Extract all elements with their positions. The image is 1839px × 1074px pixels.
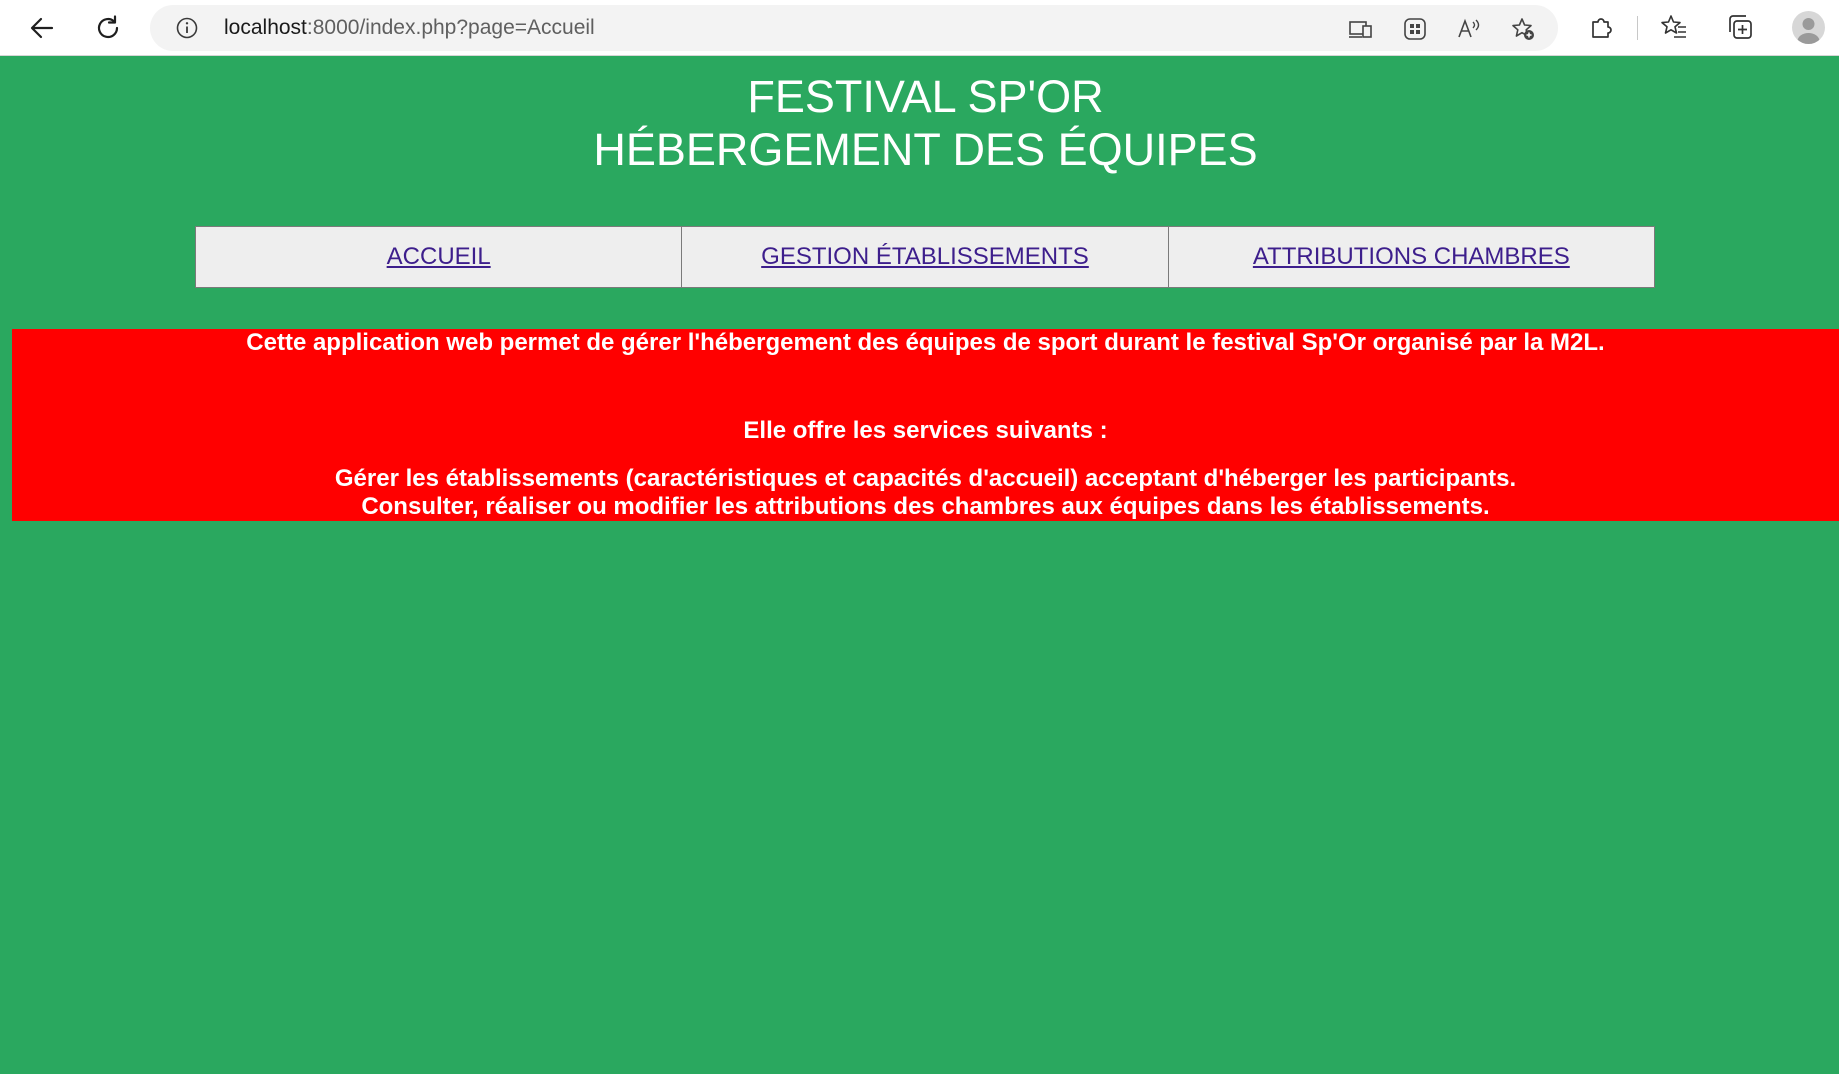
menu-cell-gestion-etablissements: GESTION ÉTABLISSEMENTS [681,226,1169,288]
address-bar[interactable]: localhost:8000/index.php?page=Accueil [150,5,1558,51]
menu-link-accueil[interactable]: ACCUEIL [387,243,491,271]
profile-icon [1797,18,1820,44]
service-item-attributions: Consulter, réaliser ou modifier les attr… [361,493,1490,520]
info-box: Cette application web permet de gérer l'… [12,329,1839,521]
add-favorite-icon[interactable] [1510,16,1536,42]
services-heading: Elle offre les services suivants : [743,417,1108,444]
menu-cell-accueil: ACCUEIL [195,226,683,288]
profile-button[interactable] [1792,11,1825,44]
intro-text: Cette application web permet de gérer l'… [246,329,1605,356]
back-icon [30,17,54,39]
extensions-icon[interactable] [1588,13,1616,41]
title-line-2: HÉBERGEMENT DES ÉQUIPES [593,124,1258,175]
back-button[interactable] [24,10,60,46]
info-icon[interactable] [176,17,198,39]
reload-button[interactable] [90,10,126,46]
title-line-1: FESTIVAL SP'OR [747,71,1104,122]
reload-icon [97,15,119,39]
device-icon[interactable] [1348,16,1374,42]
url-text[interactable]: localhost:8000/index.php?page=Accueil [224,17,595,39]
url-path: :8000/index.php?page=Accueil [306,16,595,39]
browser-toolbar: localhost:8000/index.php?page=Accueil [0,0,1839,56]
menu-link-attributions-chambres[interactable]: ATTRIBUTIONS CHAMBRES [1253,243,1570,271]
url-host: localhost [224,16,307,39]
read-aloud-icon[interactable] [1456,16,1482,42]
favorites-icon[interactable] [1660,13,1688,41]
apps-icon[interactable] [1402,16,1428,42]
main-menu: ACCUEIL GESTION ÉTABLISSEMENTS ATTRIBUTI… [195,226,1655,288]
service-item-etablissements: Gérer les établissements (caractéristiqu… [334,465,1517,492]
menu-link-gestion-etablissements[interactable]: GESTION ÉTABLISSEMENTS [761,243,1089,271]
toolbar-separator [1637,16,1638,40]
menu-cell-attributions-chambres: ATTRIBUTIONS CHAMBRES [1167,226,1655,288]
page-title: FESTIVAL SP'OR HÉBERGEMENT DES ÉQUIPES [0,70,1839,176]
collections-icon[interactable] [1726,13,1754,41]
